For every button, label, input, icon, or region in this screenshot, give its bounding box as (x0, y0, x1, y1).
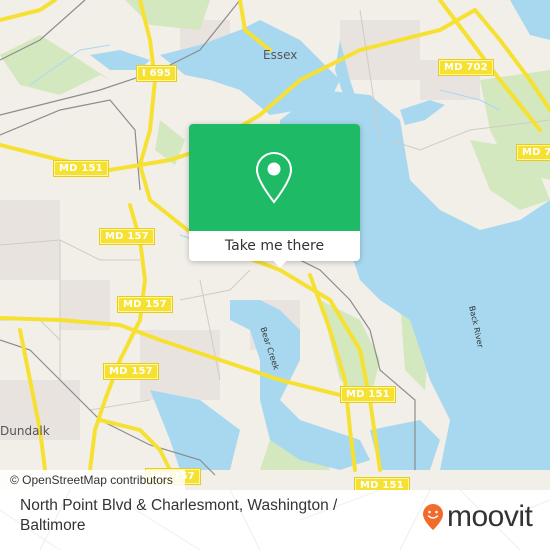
road-shield: MD 157 (103, 363, 159, 380)
location-popup: Take me there (189, 124, 360, 261)
map-attribution[interactable]: © OpenStreetMap contributors (0, 470, 185, 490)
road-shield: MD 151 (354, 477, 410, 490)
road-shield: I 695 (135, 65, 178, 82)
map-pin-icon (255, 151, 293, 204)
moovit-wordmark: moovit (447, 500, 533, 533)
footer: North Point Blvd & Charlesmont, Washingt… (0, 490, 550, 550)
road-shield: MD 157 (99, 228, 155, 245)
road-shield: MD 151 (340, 386, 396, 403)
stop-title: North Point Blvd & Charlesmont, Washingt… (20, 497, 338, 534)
moovit-logo[interactable]: moovit (422, 500, 533, 533)
popup-header (189, 124, 360, 231)
road-shield: MD 151 (53, 160, 109, 177)
take-me-there-button[interactable]: Take me there (189, 231, 360, 261)
moovit-smiley-pin-icon (423, 504, 443, 530)
place-label-essex: Essex (263, 48, 298, 62)
popup-pointer (272, 259, 288, 268)
road-shield: MD 157 (117, 296, 173, 313)
road-shield: MD 702 (438, 59, 494, 76)
road-shield: MD 700 (516, 144, 550, 161)
place-label-dundalk: Dundalk (0, 424, 50, 438)
